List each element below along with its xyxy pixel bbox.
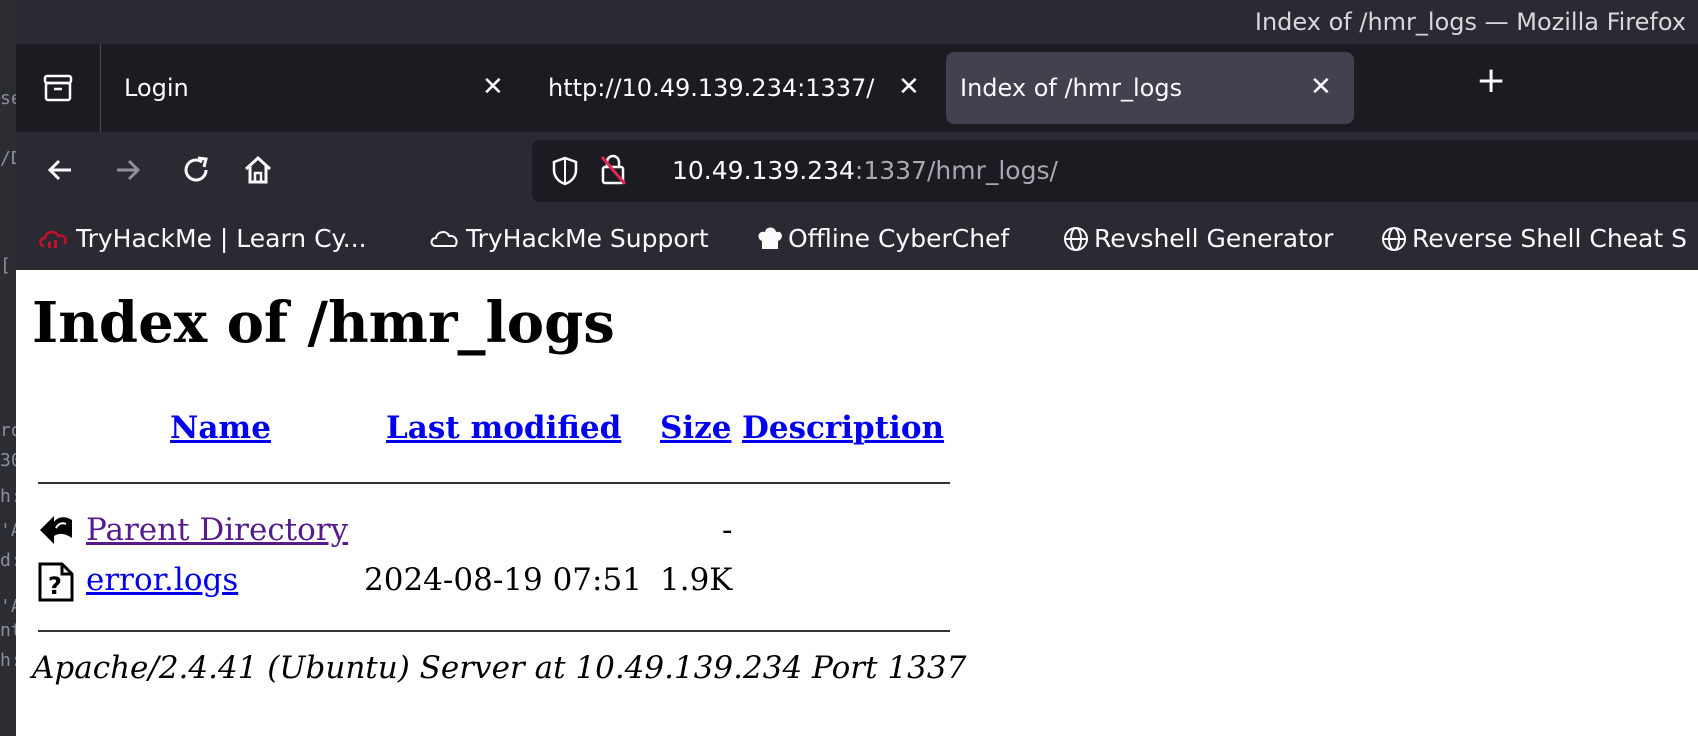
divider <box>38 482 950 484</box>
forward-button[interactable] <box>108 150 148 190</box>
firefox-window: Index of /hmr_logs — Mozilla Firefox Log… <box>16 0 1698 736</box>
back-arrow-icon <box>40 516 72 544</box>
error-logs-link[interactable]: error.logs <box>86 562 238 598</box>
tab-hmr-logs[interactable]: Index of /hmr_logs ✕ <box>946 52 1354 124</box>
tab-list-button[interactable] <box>16 44 101 132</box>
insecure-lock-icon[interactable] <box>598 153 628 187</box>
svg-text:?: ? <box>48 572 62 600</box>
table-cell-size: - <box>722 512 733 548</box>
title-bar: Index of /hmr_logs — Mozilla Firefox <box>16 0 1698 44</box>
close-icon[interactable]: ✕ <box>482 72 504 102</box>
page-content: Index of /hmr_logs Name Last modified Si… <box>16 270 1698 736</box>
chef-hat-icon <box>758 227 782 249</box>
reload-icon <box>184 156 208 182</box>
server-signature: Apache/2.4.41 (Ubuntu) Server at 10.49.1… <box>32 650 967 686</box>
bookmark-offline-cyberchef[interactable]: Offline CyberChef <box>756 224 1009 253</box>
cloud-icon <box>430 230 458 247</box>
close-icon[interactable]: ✕ <box>1310 72 1332 102</box>
column-header-last-modified[interactable]: Last modified <box>386 410 621 446</box>
back-button[interactable] <box>40 150 80 190</box>
parent-directory-link[interactable]: Parent Directory <box>86 512 348 548</box>
tab-label: Login <box>124 74 189 102</box>
url-text: 10.49.139.234:1337/hmr_logs/ <box>672 156 1058 185</box>
address-bar[interactable]: 10.49.139.234:1337/hmr_logs/ <box>532 140 1698 202</box>
bookmark-label: Reverse Shell Cheat S <box>1412 224 1687 253</box>
bookmark-label: Revshell Generator <box>1094 224 1334 253</box>
table-cell-last-modified: 2024-08-19 07:51 <box>364 562 642 598</box>
tab-list-icon <box>43 74 73 102</box>
window-title: Index of /hmr_logs — Mozilla Firefox <box>1254 8 1686 36</box>
bookmark-reverse-shell-cheat[interactable]: Reverse Shell Cheat S <box>1380 224 1687 253</box>
url-path: :1337/hmr_logs/ <box>854 156 1058 185</box>
shield-icon[interactable] <box>550 155 580 187</box>
globe-icon <box>1382 226 1406 251</box>
unknown-file-icon: ? <box>38 562 74 602</box>
home-icon <box>244 155 272 184</box>
bookmark-label: TryHackMe | Learn Cy... <box>76 224 367 253</box>
bookmark-revshell-generator[interactable]: Revshell Generator <box>1062 224 1333 253</box>
divider <box>38 630 950 632</box>
reload-button[interactable] <box>176 150 216 190</box>
column-header-size[interactable]: Size <box>660 410 732 446</box>
tab-root-url[interactable]: http://10.49.139.234:1337/ ✕ <box>526 52 942 124</box>
forward-arrow-icon <box>117 159 141 181</box>
background-terminal-strip: se /D [ ro 30 h: 'A d: 'A nt h: <box>0 0 16 736</box>
table-cell-size: 1.9K <box>660 562 733 598</box>
column-header-name[interactable]: Name <box>170 410 271 446</box>
home-button[interactable] <box>238 150 278 190</box>
new-tab-plus-icon[interactable]: + <box>1476 60 1506 101</box>
back-arrow-icon <box>47 159 71 181</box>
tab-login[interactable]: Login ✕ <box>102 52 526 124</box>
url-host: 10.49.139.234 <box>672 156 855 185</box>
tab-label: Index of /hmr_logs <box>960 74 1183 102</box>
navigation-toolbar: 10.49.139.234:1337/hmr_logs/ <box>16 132 1698 208</box>
tryhackme-icon <box>39 230 67 248</box>
close-icon[interactable]: ✕ <box>898 72 920 102</box>
page-title: Index of /hmr_logs <box>32 290 615 356</box>
bookmarks-toolbar: TryHackMe | Learn Cy... TryHackMe Suppor… <box>16 208 1698 270</box>
column-header-description[interactable]: Description <box>742 410 944 446</box>
bookmark-tryhackme[interactable]: TryHackMe | Learn Cy... <box>38 224 367 253</box>
tab-label: http://10.49.139.234:1337/ <box>548 74 875 102</box>
bookmark-tryhackme-support[interactable]: TryHackMe Support <box>428 224 709 253</box>
globe-icon <box>1064 226 1088 251</box>
tab-bar: Login ✕ http://10.49.139.234:1337/ ✕ Ind… <box>16 44 1698 132</box>
bookmark-label: TryHackMe Support <box>466 224 709 253</box>
bookmark-label: Offline CyberChef <box>788 224 1010 253</box>
